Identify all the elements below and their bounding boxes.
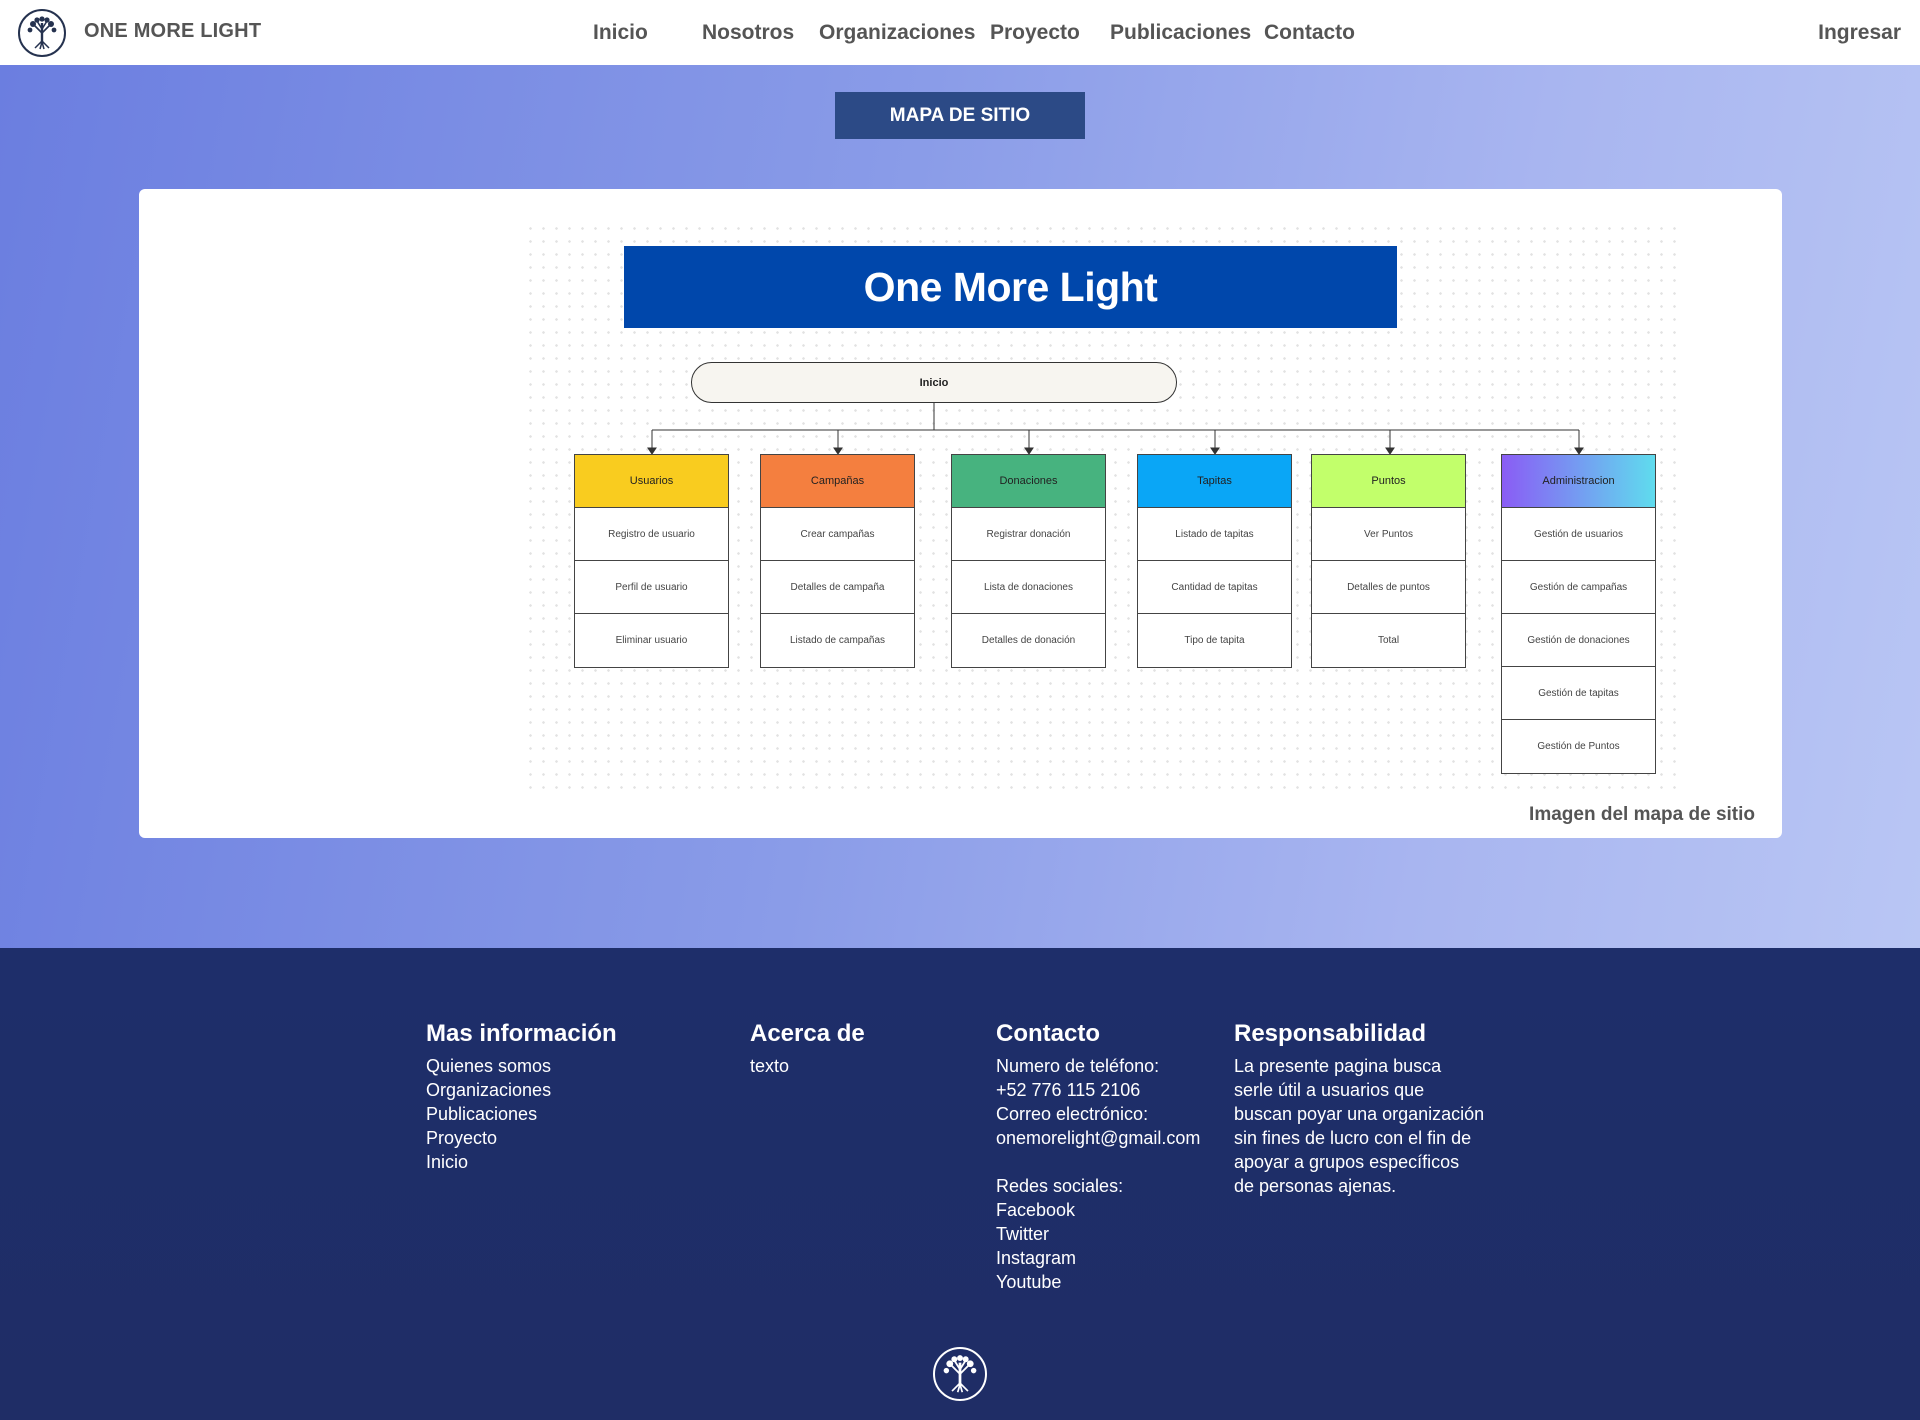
- social-facebook[interactable]: Facebook: [996, 1198, 1200, 1222]
- social-youtube[interactable]: Youtube: [996, 1270, 1200, 1294]
- sitemap-column-donaciones: Donaciones Registrar donación Lista de d…: [951, 454, 1106, 668]
- footer-responsabilidad: Responsabilidad La presente pagina busca…: [1234, 1020, 1484, 1198]
- column-item: Gestión de donaciones: [1502, 614, 1655, 667]
- column-header: Usuarios: [575, 455, 728, 508]
- nav-organizaciones[interactable]: Organizaciones: [819, 21, 975, 45]
- footer-text: de personas ajenas.: [1234, 1176, 1397, 1196]
- tree-of-life-icon[interactable]: [18, 9, 66, 57]
- column-item: Perfil de usuario: [575, 561, 728, 614]
- footer-heading: Acerca de: [750, 1020, 865, 1047]
- column-header: Campañas: [761, 455, 914, 508]
- sitemap-column-tapitas: Tapitas Listado de tapitas Cantidad de t…: [1137, 454, 1292, 668]
- column-item: Crear campañas: [761, 508, 914, 561]
- email-label: Correo electrónico:: [996, 1104, 1149, 1124]
- social-label: Redes sociales:: [996, 1176, 1124, 1196]
- column-item: Ver Puntos: [1312, 508, 1465, 561]
- sitemap-caption: Imagen del mapa de sitio: [1529, 804, 1755, 825]
- column-item: Detalles de campaña: [761, 561, 914, 614]
- column-item: Gestión de campañas: [1502, 561, 1655, 614]
- column-header: Puntos: [1312, 455, 1465, 508]
- sitemap-column-campanas: Campañas Crear campañas Detalles de camp…: [760, 454, 915, 668]
- sitemap-card: One More Light Inicio Usuarios Registro …: [139, 189, 1782, 838]
- footer-link-quienes-somos[interactable]: Quienes somos: [426, 1054, 617, 1078]
- hero-section: MAPA DE SITIO One More Light Inicio Usua…: [0, 65, 1920, 948]
- footer-acerca: Acerca de texto: [750, 1020, 865, 1078]
- column-header: Donaciones: [952, 455, 1105, 508]
- footer-heading: Responsabilidad: [1234, 1020, 1427, 1047]
- footer-text: sin fines de lucro con el fin de: [1234, 1128, 1472, 1148]
- footer-text: buscan poyar una organización: [1234, 1104, 1485, 1124]
- footer: Mas información Quienes somos Organizaci…: [0, 948, 1920, 1420]
- footer-heading: Contacto: [996, 1020, 1100, 1047]
- footer-text: La presente pagina busca: [1234, 1056, 1442, 1076]
- sitemap-image: One More Light Inicio Usuarios Registro …: [524, 222, 1679, 792]
- footer-heading: Mas información: [426, 1020, 617, 1047]
- column-item: Detalles de donación: [981, 635, 1076, 646]
- footer-text: apoyar a grupos específicos: [1234, 1152, 1460, 1172]
- footer-link-inicio[interactable]: Inicio: [426, 1150, 617, 1174]
- column-item: Total: [1377, 635, 1400, 646]
- social-twitter[interactable]: Twitter: [996, 1222, 1200, 1246]
- column-item: Cantidad de tapitas: [1138, 561, 1291, 614]
- footer-text: serle útil a usuarios que: [1234, 1080, 1425, 1100]
- footer-text: texto: [750, 1056, 790, 1076]
- column-item: Tipo de tapita: [1184, 635, 1245, 646]
- footer-mas-info: Mas información Quienes somos Organizaci…: [426, 1020, 617, 1174]
- login-link[interactable]: Ingresar: [1818, 21, 1901, 45]
- column-item: Gestión de tapitas: [1502, 667, 1655, 720]
- nav-publicaciones[interactable]: Publicaciones: [1110, 21, 1251, 45]
- footer-link-publicaciones[interactable]: Publicaciones: [426, 1102, 617, 1126]
- email-address[interactable]: onemorelight@gmail.com: [996, 1126, 1200, 1150]
- phone-number: +52 776 115 2106: [996, 1080, 1141, 1100]
- column-item: Listado de campañas: [789, 635, 886, 646]
- footer-link-proyecto[interactable]: Proyecto: [426, 1126, 617, 1150]
- nav-inicio[interactable]: Inicio: [593, 21, 648, 45]
- nav-proyecto[interactable]: Proyecto: [990, 21, 1080, 45]
- column-item: Gestión de Puntos: [1537, 741, 1620, 752]
- column-item: Listado de tapitas: [1138, 508, 1291, 561]
- sitemap-button[interactable]: MAPA DE SITIO: [835, 92, 1085, 139]
- column-item: Gestión de usuarios: [1502, 508, 1655, 561]
- column-item: Lista de donaciones: [952, 561, 1105, 614]
- footer-contacto: Contacto Numero de teléfono: +52 776 115…: [996, 1020, 1200, 1294]
- column-header: Tapitas: [1138, 455, 1291, 508]
- sitemap-column-puntos: Puntos Ver Puntos Detalles de puntos Tot…: [1311, 454, 1466, 668]
- column-item: Registrar donación: [952, 508, 1105, 561]
- social-instagram[interactable]: Instagram: [996, 1246, 1200, 1270]
- sitemap-column-usuarios: Usuarios Registro de usuario Perfil de u…: [574, 454, 729, 668]
- column-item: Eliminar usuario: [615, 635, 688, 646]
- column-item: Registro de usuario: [575, 508, 728, 561]
- tree-of-life-icon: [933, 1347, 987, 1401]
- sitemap-column-administracion: Administracion Gestión de usuarios Gesti…: [1501, 454, 1656, 774]
- column-header: Administracion: [1502, 455, 1655, 508]
- phone-label: Numero de teléfono:: [996, 1056, 1160, 1076]
- brand-name[interactable]: ONE MORE LIGHT: [84, 20, 261, 43]
- column-item: Detalles de puntos: [1312, 561, 1465, 614]
- navbar: ONE MORE LIGHT Inicio Nosotros Organizac…: [0, 0, 1920, 65]
- nav-nosotros[interactable]: Nosotros: [702, 21, 794, 45]
- footer-link-organizaciones[interactable]: Organizaciones: [426, 1078, 617, 1102]
- nav-contacto[interactable]: Contacto: [1264, 21, 1355, 45]
